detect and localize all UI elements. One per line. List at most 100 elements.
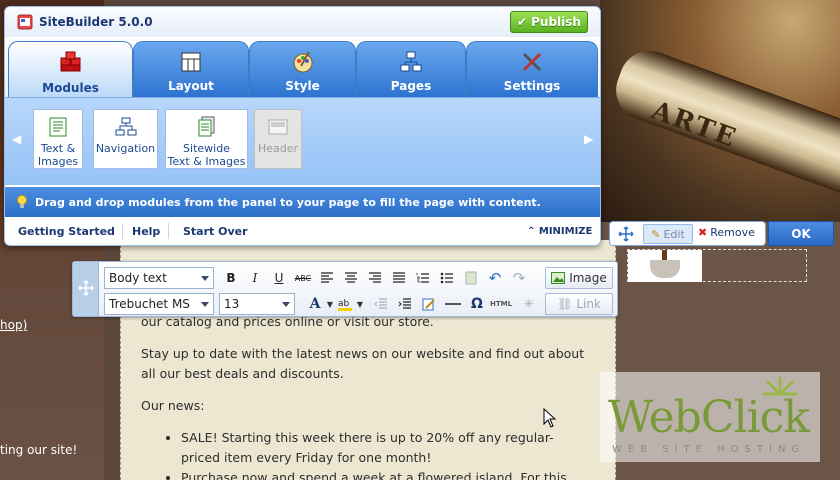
tab-settings[interactable]: Settings [466,41,598,97]
tab-modules[interactable]: Modules [8,41,133,99]
chevron-down-icon [282,302,290,307]
header-icon [268,119,288,135]
style-icon [293,51,312,73]
module-navigation[interactable]: Navigation [93,109,158,169]
html-button[interactable]: HTML [490,294,512,314]
module-header: Header [254,109,302,169]
sitewide-icon [198,116,214,137]
tab-label: Pages [390,79,432,93]
module-sitewide[interactable]: Sitewide Text & Images [165,109,248,169]
chevron-down-icon [201,276,209,281]
horizontal-rule-icon[interactable] [443,294,463,314]
lightbulb-icon [17,195,27,208]
bold-button[interactable]: B [221,268,241,288]
tab-pages[interactable]: Pages [356,41,466,97]
tab-label: Style [285,79,320,93]
remove-button[interactable]: ✖ Remove [698,226,755,239]
news-list: SALE! Starting this week there is up to … [161,428,591,480]
unlink-icon: ✳ [523,296,535,312]
module-label: Header [257,142,299,155]
mouse-pointer-icon [543,408,557,428]
tab-label: Layout [168,79,214,93]
site-header-photo: ARTE [600,0,840,222]
underline-button[interactable]: U [269,268,289,288]
scroll-right-icon[interactable]: ▶ [584,132,593,146]
list-item: SALE! Starting this week there is up to … [181,428,591,468]
sitebuilder-panel: SiteBuilder 5.0.0 ✔ Publish Modules Layo… [4,6,601,246]
webclick-tagline: WEB SITE HOSTING [612,444,806,455]
font-family-select[interactable]: Trebuchet MS [104,293,214,315]
panel-titlebar[interactable]: SiteBuilder 5.0.0 ✔ Publish [5,7,600,37]
tab-label: Settings [503,79,561,93]
sitebuilder-logo-icon [17,14,33,30]
move-icon[interactable] [618,226,634,242]
font-size-value: 13 [224,297,240,311]
align-justify-icon[interactable] [389,268,409,288]
modules-icon [60,51,80,72]
paragraph-style-value: Body text [109,271,167,285]
webclick-wordmark: WebClick [608,392,810,443]
italic-button[interactable]: I [245,268,265,288]
link-label: Link [576,297,601,311]
settings-icon [522,52,542,72]
indent-icon[interactable] [395,294,415,314]
app-title: SiteBuilder 5.0.0 [39,15,153,29]
bulleted-list-icon[interactable] [437,268,457,288]
text-format-toolbar: Body text Trebuchet MS 13 B I U ABC ↶ ↷ … [72,261,618,317]
help-link[interactable]: Help [132,225,160,238]
check-icon: ✔ [517,15,528,29]
edit-table-icon[interactable] [419,294,439,314]
list-item: Purchase now and spend a week at a flowe… [181,468,591,480]
coffee-image[interactable] [628,250,702,282]
ok-button[interactable]: OK [768,221,834,246]
edit-label: Edit [663,227,685,241]
module-edit-strip: ✎ Edit ✖ Remove [609,221,766,246]
module-label: Navigation [95,142,156,155]
webclick-watermark: WebClick WEB SITE HOSTING [600,372,820,462]
toolbar-drag-handle[interactable] [73,262,99,316]
move-icon [78,280,94,296]
scroll-left-icon[interactable]: ◀ [12,132,21,146]
tab-layout[interactable]: Layout [133,41,249,97]
divider [168,223,169,239]
strikethrough-button[interactable]: ABC [293,268,313,288]
align-right-icon[interactable] [365,268,385,288]
image-icon [551,272,566,284]
font-size-select[interactable]: 13 [219,293,295,315]
publish-button[interactable]: ✔ Publish [510,11,588,33]
numbered-list-icon[interactable] [413,268,433,288]
insert-link-button: ⛓ Link [545,293,613,315]
pages-icon [400,51,422,72]
font-family-value: Trebuchet MS [109,297,190,311]
align-left-icon[interactable] [317,268,337,288]
hint-bar: Drag and drop modules from the panel to … [5,187,600,217]
module-text-images[interactable]: Text & Images [33,109,83,169]
content-paragraph: Stay up to date with the latest news on … [141,346,585,381]
special-character-icon[interactable]: Ω [467,294,487,314]
tab-style[interactable]: Style [249,41,356,97]
insert-image-button[interactable]: Image [545,267,613,289]
edit-button[interactable]: ✎ Edit [643,224,693,244]
site-left-link-fragment[interactable]: hop) [0,318,27,332]
chevron-up-icon: ⌃ [527,226,536,237]
undo-icon[interactable]: ↶ [485,268,505,288]
getting-started-link[interactable]: Getting Started [18,225,115,238]
chevron-down-icon[interactable]: ▼ [350,294,370,314]
paragraph-style-select[interactable]: Body text [104,267,214,289]
redo-icon: ↷ [512,269,526,287]
tab-strip: Modules Layout Style Pages Settings [5,37,600,99]
module-label: Images [37,155,79,168]
align-center-icon[interactable] [341,268,361,288]
start-over-link[interactable]: Start Over [183,225,248,238]
minimize-button[interactable]: ⌃ MINIMIZE [527,226,592,237]
svg-text:ab: ab [338,299,350,309]
table-icon [461,268,481,288]
remove-label: Remove [710,226,755,239]
pencil-icon: ✎ [651,227,661,241]
panel-footer-links: Getting Started Help Start Over ⌃ MINIMI… [5,219,600,245]
module-label: Text & Images [167,155,246,168]
text-images-icon [49,117,67,137]
hint-text: Drag and drop modules from the panel to … [35,196,541,209]
publish-label: Publish [531,15,581,29]
module-label: Text & [40,142,76,155]
